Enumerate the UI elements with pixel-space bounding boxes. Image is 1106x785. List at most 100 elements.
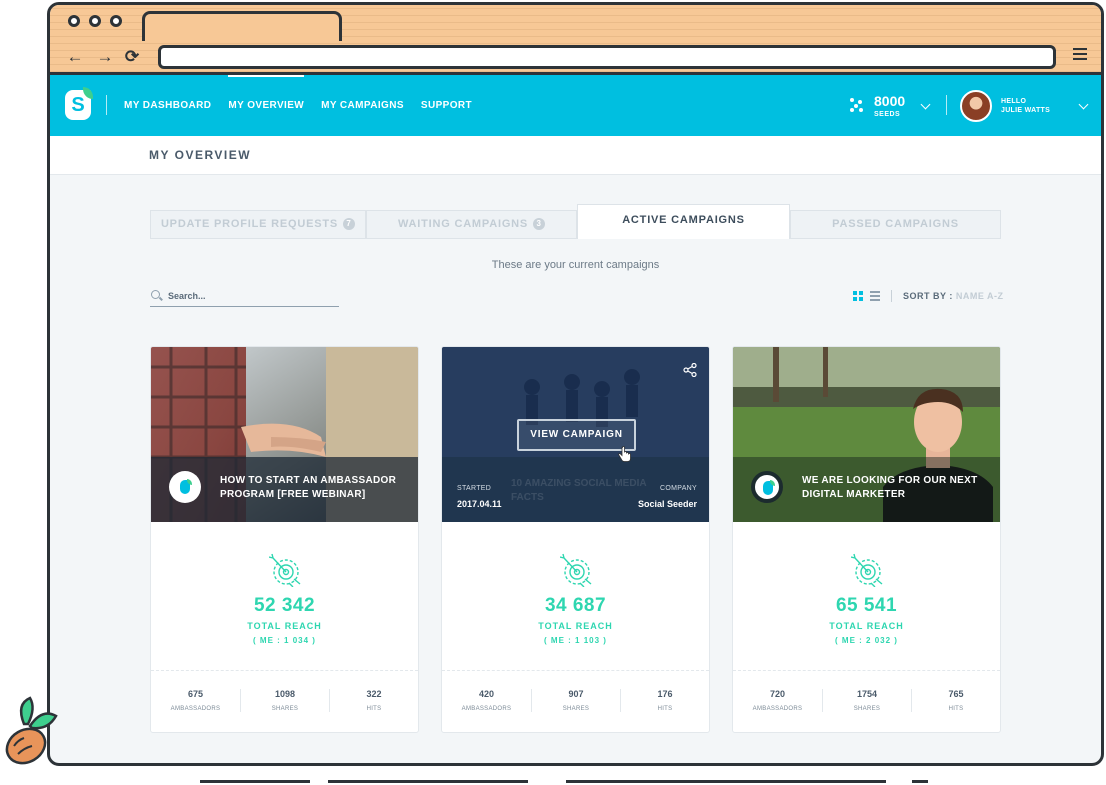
page-title: MY OVERVIEW bbox=[149, 148, 252, 162]
stat-value: 675 bbox=[187, 689, 204, 699]
browser-window: ← → ⟳ S MY DASHBOARD MY OVERVIEW MY CAMP… bbox=[47, 2, 1104, 766]
decor-dash bbox=[200, 780, 310, 783]
browser-tab[interactable] bbox=[142, 11, 342, 41]
reload-icon[interactable]: ⟳ bbox=[122, 47, 142, 67]
sort-label: SORT BY : bbox=[903, 291, 953, 301]
main-nav: MY DASHBOARD MY OVERVIEW MY CAMPAIGNS SU… bbox=[124, 75, 472, 136]
address-bar[interactable] bbox=[158, 45, 1056, 69]
tab-label: ACTIVE CAMPAIGNS bbox=[622, 214, 745, 226]
window-close-dot[interactable] bbox=[68, 15, 80, 27]
stat-label: HITS bbox=[948, 706, 964, 712]
list-view-icon[interactable] bbox=[870, 291, 880, 301]
sort-control[interactable]: SORT BY : NAME A-Z bbox=[903, 291, 1004, 301]
stat-value: 1098 bbox=[274, 689, 296, 699]
tab-count-badge: 7 bbox=[343, 218, 356, 230]
campaign-title[interactable]: WE ARE LOOKING FOR OUR NEXT DIGITAL MARK… bbox=[802, 474, 987, 502]
hand-cursor-icon bbox=[618, 446, 631, 462]
grid-view-icon[interactable] bbox=[853, 291, 863, 301]
total-reach-value: 34 687 bbox=[544, 595, 607, 616]
seeds-icon bbox=[850, 98, 864, 112]
stat-hits: 176 HITS bbox=[620, 689, 709, 712]
stat-shares: 907 SHARES bbox=[531, 689, 620, 712]
back-icon[interactable]: ← bbox=[65, 47, 85, 67]
campaign-image[interactable]: WE ARE LOOKING FOR OUR NEXT DIGITAL MARK… bbox=[733, 347, 1000, 522]
tab-active-campaigns[interactable]: ACTIVE CAMPAIGNS bbox=[577, 204, 790, 239]
stat-hits: 322 HITS bbox=[329, 689, 418, 712]
decor-dash bbox=[912, 780, 928, 783]
stat-label: AMBASSADORS bbox=[461, 706, 512, 712]
stat-value: 765 bbox=[948, 689, 964, 699]
nav-my-dashboard[interactable]: MY DASHBOARD bbox=[124, 75, 211, 136]
stage: ← → ⟳ S MY DASHBOARD MY OVERVIEW MY CAMP… bbox=[0, 0, 1106, 785]
window-maximize-dot[interactable] bbox=[110, 15, 122, 27]
total-reach-value: 52 342 bbox=[253, 595, 316, 616]
company-label: COMPANY bbox=[660, 485, 697, 492]
target-reach-icon bbox=[851, 553, 883, 587]
total-reach-value: 65 541 bbox=[835, 595, 898, 616]
social-seeder-logo-icon bbox=[169, 471, 201, 503]
decor-dash bbox=[328, 780, 528, 783]
seeds-label: SEEDS bbox=[874, 111, 901, 118]
window-minimize-dot[interactable] bbox=[89, 15, 101, 27]
campaign-card[interactable]: HOW TO START AN AMBASSADOR PROGRAM [FREE… bbox=[150, 346, 419, 733]
target-reach-icon bbox=[560, 553, 592, 587]
user-menu-chevron-down-icon[interactable] bbox=[1078, 99, 1089, 110]
campaign-card[interactable]: WE ARE LOOKING FOR OUR NEXT DIGITAL MARK… bbox=[732, 346, 1001, 733]
stat-hits: 765 HITS bbox=[911, 689, 1000, 712]
stat-value: 907 bbox=[568, 689, 584, 699]
campaign-card[interactable]: 10 AMAZING SOCIAL MEDIA FACTS VIEW CAMPA… bbox=[441, 346, 710, 733]
tab-count-badge: 3 bbox=[533, 218, 546, 230]
stat-ambassadors: 720 AMBASSADORS bbox=[733, 689, 822, 712]
company-name: Social Seeder bbox=[637, 499, 697, 509]
tab-label: UPDATE PROFILE REQUESTS bbox=[160, 218, 339, 230]
stat-ambassadors: 420 AMBASSADORS bbox=[442, 689, 531, 712]
tab-passed-campaigns[interactable]: PASSED CAMPAIGNS bbox=[790, 210, 1001, 239]
forward-icon[interactable]: → bbox=[95, 47, 115, 67]
user-name[interactable]: JULIE WATTS bbox=[1001, 106, 1050, 115]
stat-label: SHARES bbox=[562, 706, 590, 712]
campaign-title[interactable]: HOW TO START AN AMBASSADOR PROGRAM [FREE… bbox=[220, 474, 405, 502]
search-icon bbox=[151, 290, 160, 299]
total-reach-label: TOTAL REACH bbox=[247, 621, 322, 631]
social-seeder-logo-icon bbox=[751, 471, 783, 503]
user-greeting: HELLO JULIE WATTS bbox=[1001, 97, 1050, 115]
stat-value: 1754 bbox=[856, 689, 878, 699]
avatar[interactable] bbox=[960, 90, 992, 122]
stat-shares: 1754 SHARES bbox=[822, 689, 911, 712]
nav-support[interactable]: SUPPORT bbox=[421, 75, 472, 136]
page-subtitle: These are your current campaigns bbox=[491, 259, 660, 271]
stat-shares: 1098 SHARES bbox=[240, 689, 329, 712]
seed-mascot-icon bbox=[5, 696, 58, 765]
campaign-image[interactable]: HOW TO START AN AMBASSADOR PROGRAM [FREE… bbox=[151, 347, 418, 522]
stat-label: HITS bbox=[657, 706, 673, 712]
stat-label: AMBASSADORS bbox=[752, 706, 803, 712]
stat-value: 176 bbox=[657, 689, 673, 699]
tab-update-profile-requests[interactable]: UPDATE PROFILE REQUESTS 7 bbox=[150, 210, 366, 239]
page-title-bar: MY OVERVIEW bbox=[50, 136, 1101, 175]
share-icon[interactable] bbox=[683, 363, 697, 377]
hello-label: HELLO bbox=[1001, 98, 1027, 105]
started-label: STARTED bbox=[457, 485, 492, 492]
stat-value: 420 bbox=[478, 689, 495, 699]
hamburger-menu-icon[interactable] bbox=[1073, 48, 1087, 60]
my-reach-value: ( ME : 2 032 ) bbox=[835, 636, 898, 645]
card-divider bbox=[442, 670, 709, 671]
my-reach-value: ( ME : 1 034 ) bbox=[253, 636, 316, 645]
stat-value: 322 bbox=[366, 689, 382, 699]
nav-my-campaigns[interactable]: MY CAMPAIGNS bbox=[321, 75, 404, 136]
campaign-image[interactable]: 10 AMAZING SOCIAL MEDIA FACTS VIEW CAMPA… bbox=[442, 347, 709, 522]
sort-value[interactable]: NAME A-Z bbox=[956, 291, 1004, 301]
stat-label: SHARES bbox=[271, 706, 299, 712]
seeds-chevron-down-icon[interactable] bbox=[920, 99, 931, 110]
nav-my-overview[interactable]: MY OVERVIEW bbox=[228, 75, 304, 136]
sort-divider bbox=[891, 290, 892, 302]
search-input[interactable] bbox=[168, 287, 333, 305]
browser-titlebar: ← → ⟳ bbox=[50, 5, 1101, 75]
card-divider bbox=[733, 670, 1000, 671]
target-reach-icon bbox=[269, 553, 301, 587]
started-date: 2017.04.11 bbox=[457, 499, 502, 509]
tab-label: WAITING CAMPAIGNS bbox=[397, 218, 529, 230]
seeds-count[interactable]: 8000 bbox=[874, 93, 905, 109]
my-reach-value: ( ME : 1 103 ) bbox=[544, 636, 607, 645]
tab-waiting-campaigns[interactable]: WAITING CAMPAIGNS 3 bbox=[366, 210, 577, 239]
